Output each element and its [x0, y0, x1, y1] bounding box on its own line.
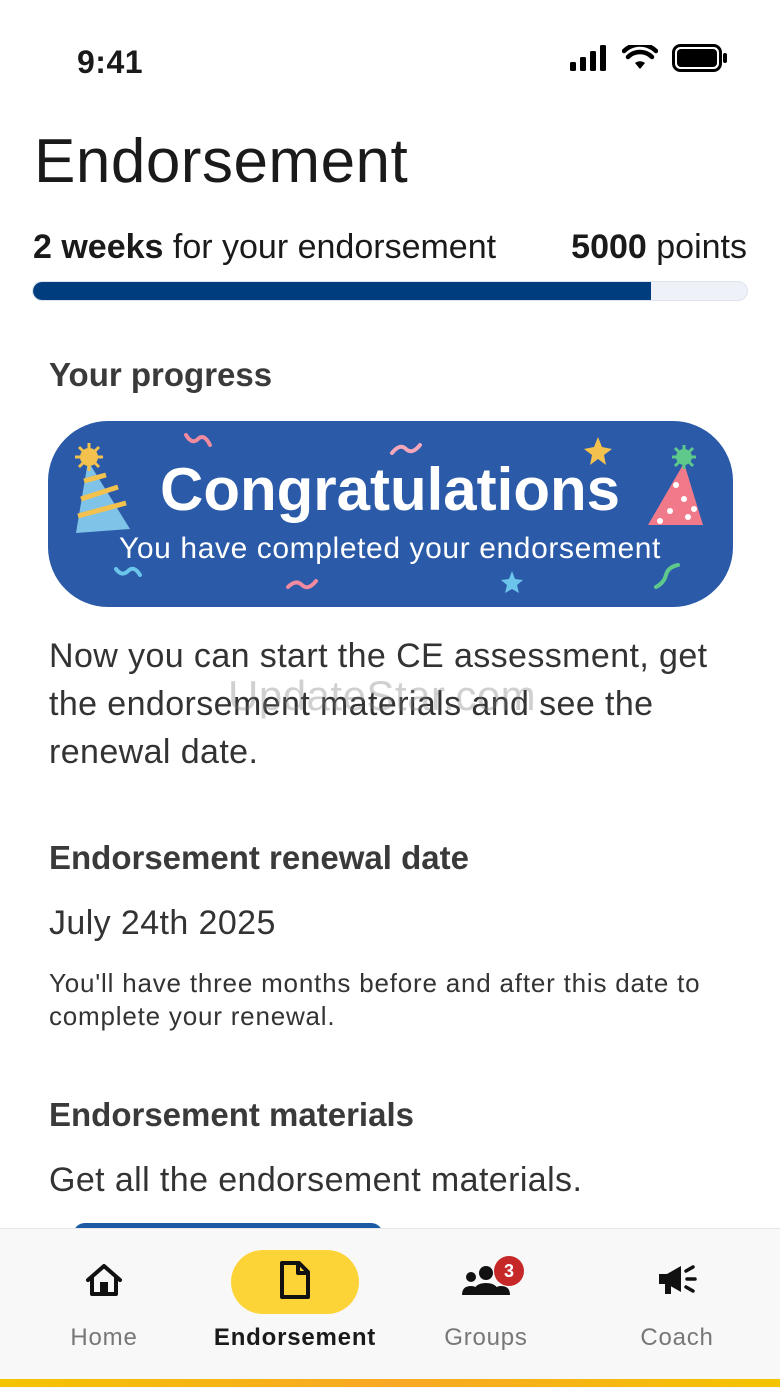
notification-badge: 3 — [494, 1256, 524, 1286]
nav-item-groups[interactable]: 3 Groups — [396, 1250, 576, 1352]
nav-label-home: Home — [70, 1324, 138, 1351]
materials-heading: Endorsement materials — [49, 1096, 414, 1133]
materials-description: Get all the endorsement materials. — [49, 1161, 583, 1199]
page-title: Endorsement — [34, 127, 409, 196]
duration-label: for your endorsement — [163, 228, 497, 266]
status-time: 9:41 — [77, 44, 144, 80]
wifi-icon — [621, 42, 659, 76]
renewal-date-heading: Endorsement renewal date — [49, 839, 469, 876]
points-label: points — [646, 228, 747, 266]
nav-item-endorsement[interactable]: Endorsement — [205, 1250, 385, 1352]
nav-item-home[interactable]: Home — [14, 1250, 194, 1352]
renewal-note: You'll have three months before and afte… — [49, 968, 701, 1031]
cellular-signal-icon — [570, 45, 608, 76]
nav-icon-container-active — [231, 1250, 359, 1314]
progress-bar — [32, 281, 748, 301]
progress-bar-fill — [33, 282, 651, 300]
banner-title: Congratulations — [160, 456, 620, 523]
bottom-accent-strip — [0, 1379, 780, 1387]
home-icon — [84, 1262, 124, 1303]
megaphone-icon — [655, 1262, 699, 1303]
nav-label-coach: Coach — [640, 1324, 714, 1351]
battery-icon — [672, 44, 728, 77]
nav-icon-container — [40, 1250, 168, 1314]
document-icon — [279, 1260, 311, 1305]
watermark-text: UpdateStar.com — [228, 672, 537, 719]
nav-label-groups: Groups — [444, 1324, 528, 1351]
nav-item-coach[interactable]: Coach — [587, 1250, 767, 1352]
nav-icon-container: 3 — [422, 1250, 550, 1314]
points-value: 5000 — [571, 228, 647, 266]
points-total: 5000 points — [571, 228, 747, 267]
your-progress-heading: Your progress — [49, 356, 273, 393]
status-bar: 9:41 — [0, 0, 780, 110]
nav-label-endorsement: Endorsement — [213, 1324, 377, 1351]
status-icons — [570, 42, 728, 77]
duration-value: 2 weeks — [33, 228, 164, 266]
nav-icon-container — [613, 1250, 741, 1314]
banner-subtitle: You have completed your endorsement — [119, 532, 661, 565]
endorsement-duration: 2 weeks for your endorsement — [33, 228, 496, 267]
renewal-date-value: July 24th 2025 — [49, 904, 276, 942]
